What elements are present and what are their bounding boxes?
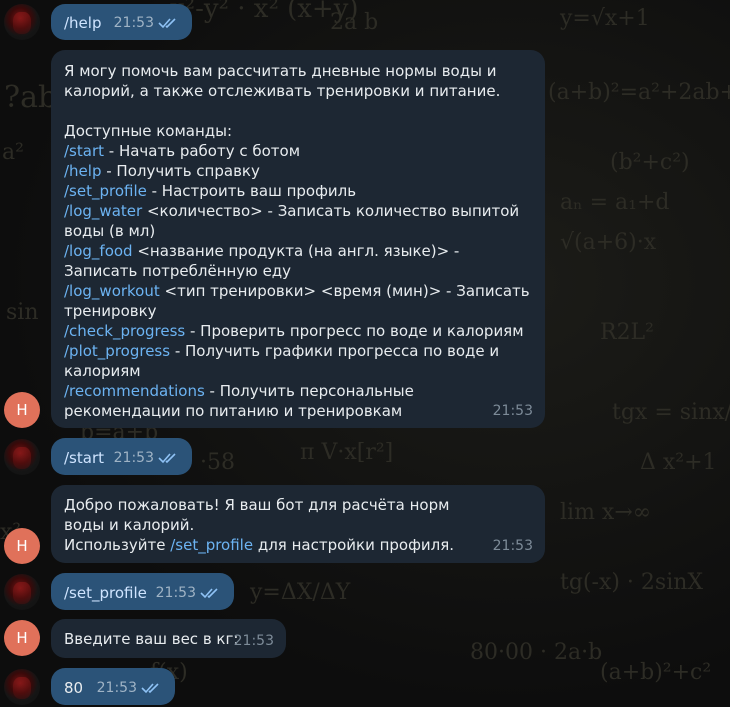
- message-text-part: Используйте: [64, 536, 171, 554]
- command-link[interactable]: /log_workout: [64, 282, 160, 300]
- command-description: - Настроить ваш профиль: [146, 182, 357, 200]
- message-text: /set_profile: [64, 584, 147, 602]
- command-link[interactable]: /check_progress: [64, 322, 185, 340]
- command-link[interactable]: /set_profile: [170, 536, 253, 554]
- message-time: 21:53: [96, 680, 137, 696]
- message-bubble-outgoing[interactable]: /start 21:53: [51, 438, 192, 475]
- command-link[interactable]: /start: [64, 142, 104, 160]
- bot-avatar[interactable]: H: [4, 620, 40, 656]
- command-row: /recommendations - Получить персональные…: [64, 381, 533, 421]
- message-text-part: для настройки профиля.: [253, 536, 455, 554]
- message-text: Добро пожаловать! Я ваш бот для расчёта …: [64, 496, 450, 534]
- message-bubble-incoming[interactable]: Я могу помочь вам рассчитать дневные нор…: [51, 50, 545, 428]
- command-link[interactable]: /log_food: [64, 242, 133, 260]
- user-avatar[interactable]: [4, 4, 40, 40]
- command-row: /plot_progress - Получить графики прогре…: [64, 341, 533, 381]
- message-bubble-outgoing[interactable]: /set_profile 21:53: [51, 573, 234, 610]
- message-text: 80: [64, 679, 84, 697]
- message-bubble-incoming[interactable]: Добро пожаловать! Я ваш бот для расчёта …: [51, 485, 545, 563]
- command-link[interactable]: /set_profile: [64, 182, 147, 200]
- command-row: /set_profile - Настроить ваш профиль: [64, 181, 533, 201]
- double-check-icon: [158, 453, 176, 464]
- double-check-icon: [158, 18, 176, 29]
- message-bubble-incoming[interactable]: Введите ваш вес в кг: 21:53: [51, 619, 286, 658]
- command-description: - Начать работу с ботом: [104, 142, 301, 160]
- bot-avatar[interactable]: H: [4, 392, 40, 428]
- user-avatar[interactable]: [4, 669, 40, 705]
- double-check-icon: [200, 588, 218, 599]
- message-text: /start: [64, 449, 104, 467]
- double-check-icon: [141, 683, 159, 694]
- message-time: 21:53: [492, 403, 533, 419]
- bot-avatar-letter: H: [16, 401, 28, 419]
- bot-avatar[interactable]: H: [4, 528, 40, 564]
- command-row: /start - Начать работу с ботом: [64, 141, 533, 161]
- user-avatar[interactable]: [4, 574, 40, 610]
- message-text: Используйте /set_profile для настройки п…: [64, 535, 485, 555]
- command-link[interactable]: /help: [64, 14, 101, 32]
- user-avatar[interactable]: [4, 439, 40, 475]
- bot-avatar-letter: H: [16, 537, 28, 555]
- message-time: 21:53: [155, 585, 196, 601]
- command-link[interactable]: /log_water: [64, 202, 142, 220]
- command-link[interactable]: /recommendations: [64, 382, 205, 400]
- command-row: /log_food <название продукта (на англ. я…: [64, 241, 533, 281]
- message-bubble-outgoing[interactable]: 80 21:53: [51, 668, 175, 705]
- command-link[interactable]: /help: [64, 162, 101, 180]
- message-time: 21:53: [113, 15, 154, 31]
- message-bubble-outgoing[interactable]: /help 21:53: [51, 4, 192, 40]
- message-text: Я могу помочь вам рассчитать дневные нор…: [64, 62, 501, 100]
- message-time: 21:53: [492, 538, 533, 554]
- command-link[interactable]: /plot_progress: [64, 342, 170, 360]
- command-row: /log_workout <тип тренировки> <время (ми…: [64, 281, 533, 321]
- bot-avatar-letter: H: [16, 629, 28, 647]
- message-heading: Доступные команды:: [64, 122, 233, 140]
- command-row: /log_water <количество> - Записать колич…: [64, 201, 533, 241]
- command-description: - Проверить прогресс по воде и калориям: [185, 322, 524, 340]
- message-time: 21:53: [113, 450, 154, 466]
- message-time: 21:53: [233, 633, 274, 649]
- command-row: /check_progress - Проверить прогресс по …: [64, 321, 533, 341]
- command-row: /help - Получить справку: [64, 161, 533, 181]
- message-text: Введите ваш вес в кг:: [64, 630, 239, 648]
- command-description: - Получить справку: [101, 162, 260, 180]
